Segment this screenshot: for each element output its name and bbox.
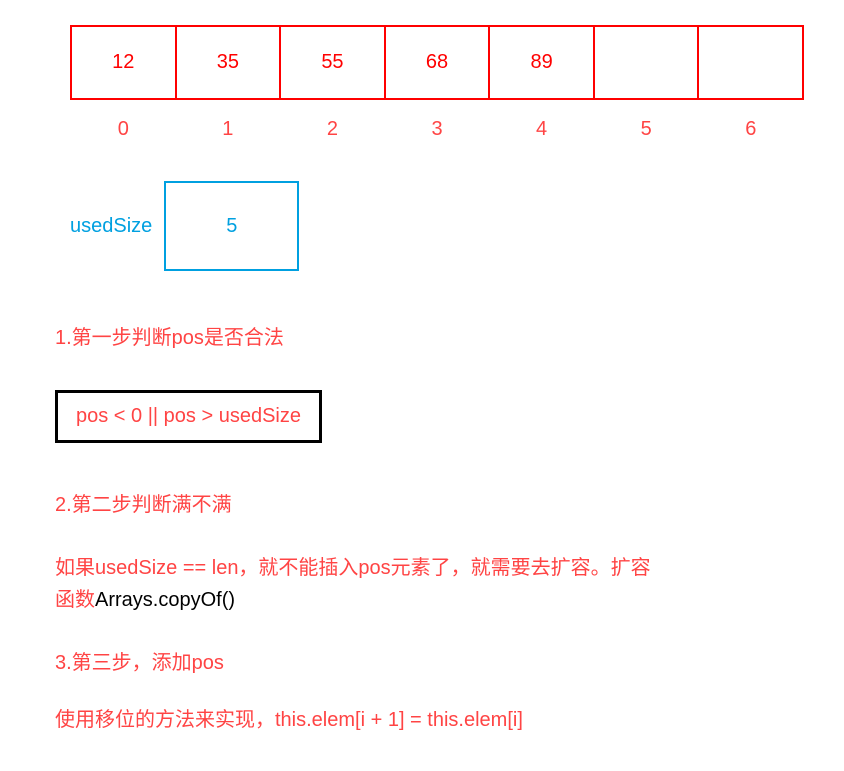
- step-3-text: 3.第三步，添加pos: [55, 646, 804, 675]
- index-0: 0: [70, 118, 177, 141]
- index-4: 4: [488, 118, 595, 141]
- index-1: 1: [175, 118, 282, 141]
- array-cell-0: 12: [70, 25, 177, 100]
- array-cell-1: 35: [175, 25, 282, 100]
- index-6: 6: [697, 118, 804, 141]
- index-2: 2: [279, 118, 386, 141]
- condition-box: pos < 0 || pos > usedSize: [55, 390, 322, 443]
- index-row: 0 1 2 3 4 5 6: [70, 118, 804, 141]
- usedsize-box: 5: [164, 181, 299, 271]
- index-3: 3: [384, 118, 491, 141]
- description-text: 如果usedSize == len，就不能插入pos元素了，就需要去扩容。扩容函…: [55, 552, 655, 616]
- array-cell-6: [697, 25, 804, 100]
- usedsize-container: usedSize 5: [70, 181, 804, 271]
- description-black-part: Arrays.copyOf(): [95, 589, 235, 611]
- array-row: 12 35 55 68 89: [70, 25, 804, 100]
- array-cell-2: 55: [279, 25, 386, 100]
- step-2-text: 2.第二步判断满不满: [55, 488, 804, 517]
- array-cell-3: 68: [384, 25, 491, 100]
- array-cell-5: [593, 25, 700, 100]
- step-4-text: 使用移位的方法来实现，this.elem[i + 1] = this.elem[…: [55, 703, 804, 732]
- index-5: 5: [593, 118, 700, 141]
- array-cell-4: 89: [488, 25, 595, 100]
- usedsize-label: usedSize: [70, 215, 152, 238]
- condition-text: pos < 0 || pos > usedSize: [76, 405, 301, 427]
- step-1-text: 1.第一步判断pos是否合法: [55, 321, 804, 350]
